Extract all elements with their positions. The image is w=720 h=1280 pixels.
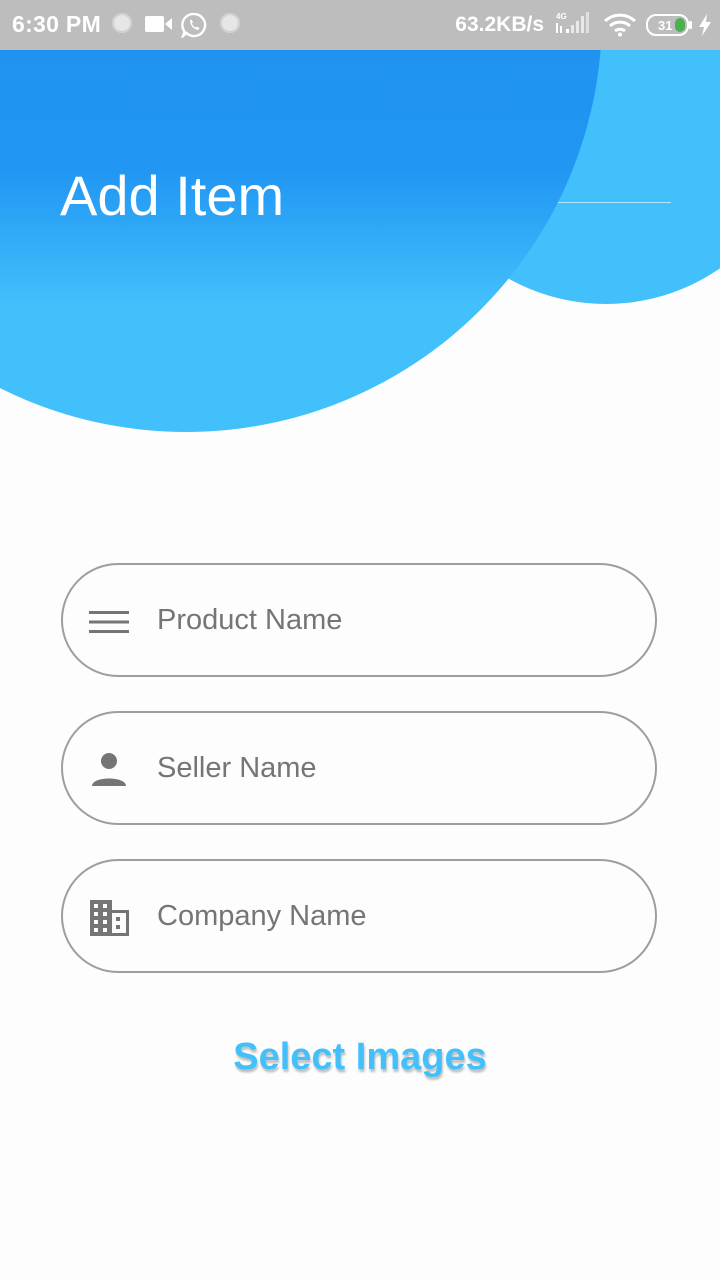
- building-icon: [89, 898, 129, 938]
- seller-name-field[interactable]: [61, 711, 657, 825]
- status-time: 6:30 PM: [12, 11, 102, 37]
- network-speed: 63.2KB/s: [455, 13, 544, 36]
- battery-level: 31: [658, 18, 672, 33]
- signal-icon: 4G: [554, 11, 594, 42]
- company-name-input[interactable]: [157, 861, 627, 971]
- seller-name-input[interactable]: [157, 713, 627, 823]
- status-bar: 6:30 PM 63.2KB/s 4G 31: [0, 0, 720, 50]
- select-images-button[interactable]: Select Images: [0, 1036, 720, 1079]
- product-name-input[interactable]: [157, 565, 627, 675]
- add-item-screen: 6:30 PM 63.2KB/s 4G 31 Add Item Product …: [0, 0, 720, 1280]
- menu-lines-icon: [89, 602, 129, 642]
- whatsapp-icon: [180, 12, 207, 43]
- network-type: 4G: [556, 12, 567, 21]
- circle-notification-icon: [112, 13, 132, 33]
- video-camera-icon: [145, 15, 173, 38]
- product-name-field[interactable]: [61, 563, 657, 677]
- header-divider: [545, 202, 671, 203]
- wifi-icon: [603, 13, 637, 42]
- charging-bolt-icon: [698, 14, 712, 41]
- circle-notification-icon: [220, 13, 240, 33]
- battery-icon: 31: [646, 14, 694, 41]
- page-title: Add Item: [60, 164, 285, 227]
- company-name-field[interactable]: [61, 859, 657, 973]
- person-icon: [89, 750, 129, 790]
